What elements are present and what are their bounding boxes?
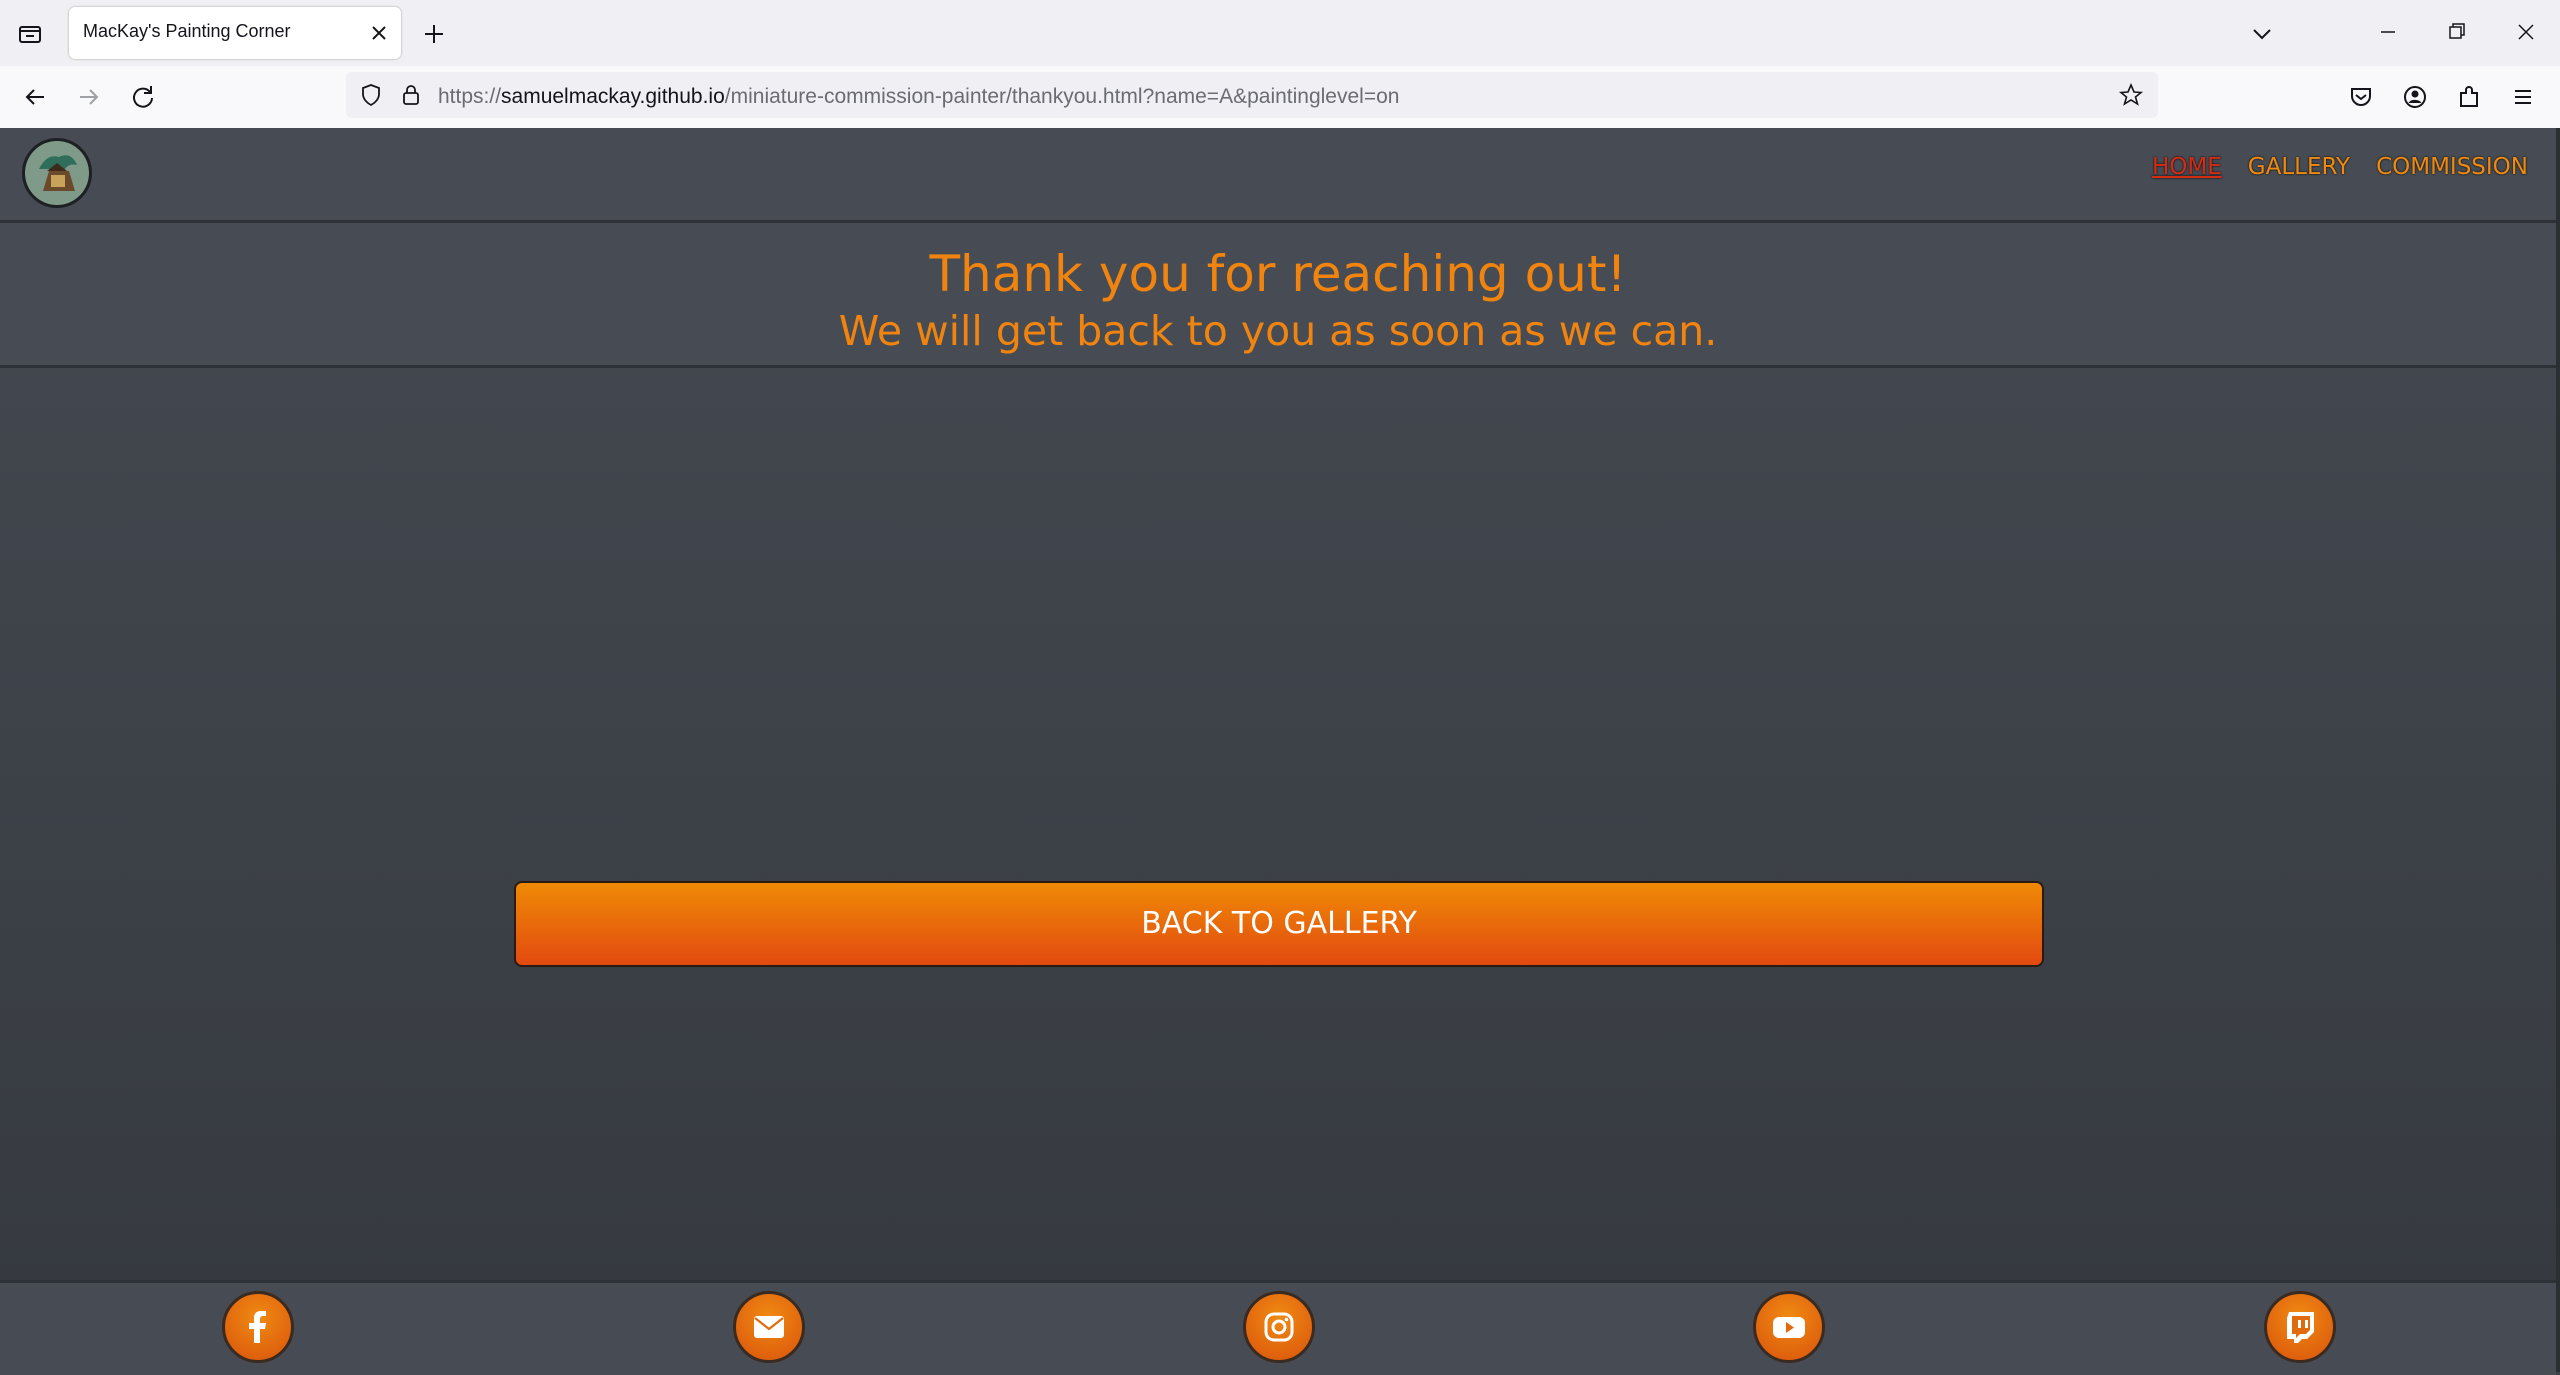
- site-nav: HOME GALLERY COMMISSION: [2152, 154, 2528, 180]
- menu-icon[interactable]: [2506, 80, 2540, 114]
- shield-icon[interactable]: [358, 82, 384, 108]
- page-scrollbar[interactable]: [2556, 128, 2560, 1372]
- tab-title: MacKay's Painting Corner: [83, 21, 291, 41]
- back-to-gallery-button[interactable]: BACK TO GALLERY: [514, 881, 2044, 967]
- thank-you-subheading: We will get back to you as soon as we ca…: [838, 307, 1718, 355]
- tab-list-icon[interactable]: [14, 18, 46, 50]
- url-text: https://samuelmackay.github.io/miniature…: [438, 85, 1399, 109]
- url-bar[interactable]: https://samuelmackay.github.io/miniature…: [346, 72, 2158, 118]
- site-logo[interactable]: [22, 138, 92, 208]
- url-path: /miniature-commission-painter/thankyou.h…: [724, 85, 1400, 108]
- extensions-icon[interactable]: [2452, 80, 2486, 114]
- email-icon[interactable]: [733, 1291, 805, 1363]
- url-host: samuelmackay.github.io: [501, 85, 725, 108]
- new-tab-icon[interactable]: [420, 20, 448, 48]
- url-scheme: https://: [438, 85, 502, 108]
- thank-you-heading: Thank you for reaching out!: [929, 245, 1627, 303]
- pocket-icon[interactable]: [2344, 80, 2378, 114]
- browser-tab[interactable]: MacKay's Painting Corner: [69, 7, 401, 59]
- facebook-icon[interactable]: [222, 1291, 294, 1363]
- twitch-icon[interactable]: [2264, 1291, 2336, 1363]
- chevron-down-icon[interactable]: [2248, 20, 2276, 48]
- reload-icon[interactable]: [126, 80, 160, 114]
- instagram-icon[interactable]: [1243, 1291, 1315, 1363]
- page-content: HOME GALLERY COMMISSION Thank you for re…: [0, 128, 2556, 1375]
- nav-gallery-link[interactable]: GALLERY: [2248, 154, 2350, 180]
- nav-home-link[interactable]: HOME: [2152, 154, 2222, 180]
- site-footer: [0, 1280, 2556, 1375]
- back-icon[interactable]: [18, 80, 52, 114]
- account-icon[interactable]: [2398, 80, 2432, 114]
- thank-you-banner: Thank you for reaching out! We will get …: [0, 223, 2556, 368]
- browser-tab-bar: MacKay's Painting Corner: [0, 0, 2560, 66]
- close-tab-icon[interactable]: [367, 21, 391, 45]
- close-window-icon[interactable]: [2506, 14, 2546, 50]
- star-icon[interactable]: [2118, 82, 2144, 108]
- lock-icon[interactable]: [398, 82, 424, 108]
- youtube-icon[interactable]: [1753, 1291, 1825, 1363]
- nav-commission-link[interactable]: COMMISSION: [2376, 154, 2528, 180]
- site-header: HOME GALLERY COMMISSION: [0, 128, 2556, 223]
- restore-icon[interactable]: [2436, 14, 2476, 50]
- browser-toolbar: https://samuelmackay.github.io/miniature…: [0, 66, 2560, 129]
- forward-icon[interactable]: [72, 80, 106, 114]
- minimize-icon[interactable]: [2368, 14, 2408, 50]
